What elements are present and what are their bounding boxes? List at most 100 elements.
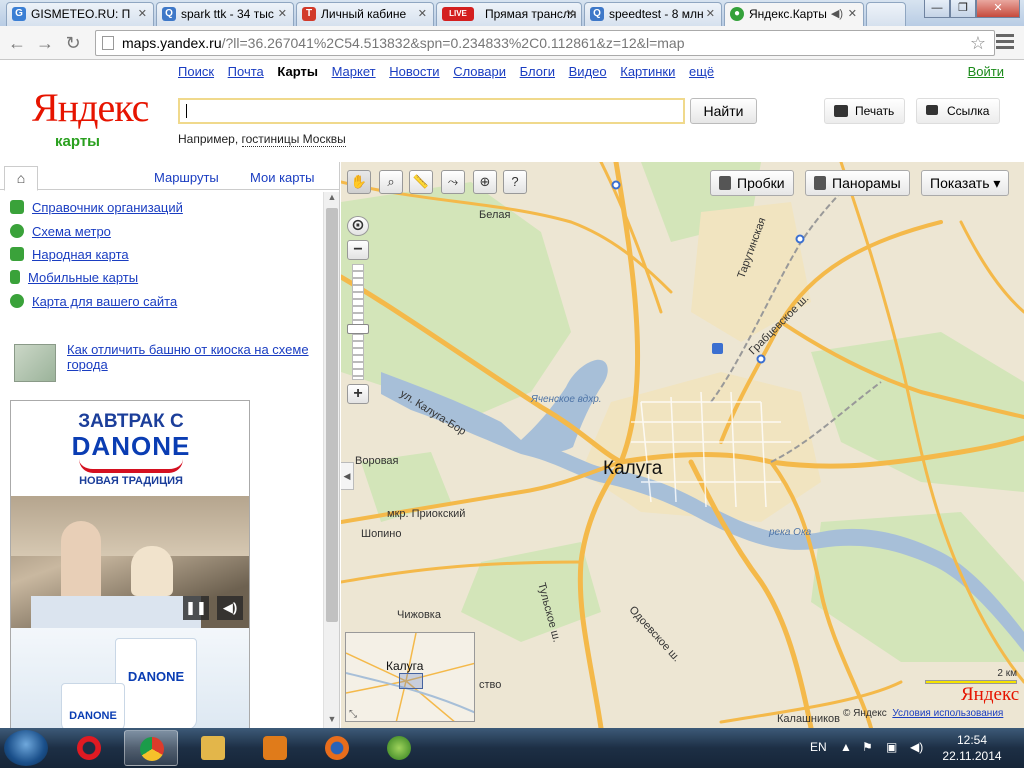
tab-title: Прямая трансля (485, 7, 577, 21)
network-icon[interactable]: ▣ (886, 740, 897, 754)
tray-arrow-icon[interactable]: ▲ (840, 740, 852, 754)
scroll-up-icon[interactable]: ▲ (324, 192, 340, 206)
ad-video[interactable]: ❚❚ ◀) (11, 496, 249, 628)
page-icon (102, 36, 114, 50)
url-bar[interactable]: maps.yandex.ru/?ll=36.267041%2C54.513832… (95, 30, 995, 56)
pause-icon[interactable]: ❚❚ (183, 596, 209, 620)
close-icon[interactable]: ✕ (138, 3, 147, 25)
print-button[interactable]: Печать (824, 98, 906, 124)
zoom-in-button[interactable]: + (347, 384, 369, 404)
reload-icon[interactable]: ↻ (62, 32, 84, 54)
sidebar-item-directory[interactable]: Справочник организаций (10, 200, 183, 215)
service-link[interactable]: Словари (453, 64, 506, 79)
browser-tab[interactable]: Q speedtest - 8 млн ✕ (584, 2, 722, 26)
volume-icon[interactable]: ◀) (217, 596, 243, 620)
sidebar-scrollbar[interactable]: ▲ ▼ (323, 192, 339, 728)
forward-arrow-icon[interactable]: → (34, 32, 56, 54)
browser-menu-icon[interactable] (994, 31, 1016, 53)
minimap-resize-icon[interactable]: ⤡ (349, 709, 357, 720)
chrome-taskbar-button[interactable] (124, 730, 178, 766)
example-link[interactable]: гостиницы Москвы (241, 132, 346, 147)
close-window-button[interactable]: ✕ (976, 0, 1020, 18)
traffic-button[interactable]: Пробки (710, 170, 794, 196)
what-here-tool-icon[interactable]: ? (503, 170, 527, 194)
browser-tab[interactable]: Q spark ttk - 34 тыс ✕ (156, 2, 294, 26)
volume-tray-icon[interactable]: ◀) (910, 740, 923, 754)
scroll-down-icon[interactable]: ▼ (324, 714, 340, 728)
find-button[interactable]: Найти (690, 98, 757, 124)
clock[interactable]: 12:54 22.11.2014 (932, 732, 1012, 764)
downloader-taskbar-button[interactable] (372, 730, 426, 766)
service-link[interactable]: Блоги (520, 64, 555, 79)
close-icon[interactable]: ✕ (566, 3, 575, 25)
bookmark-star-icon[interactable]: ☆ (970, 31, 986, 55)
browser-tab-strip: G GISMETEO.RU: П ✕ Q spark ttk - 34 тыс … (0, 0, 1024, 27)
home-tab-icon[interactable]: ⌂ (4, 166, 38, 191)
ruler-tool-icon[interactable]: 📏 (409, 170, 433, 194)
service-link[interactable]: Маркет (332, 64, 376, 79)
advertisement-banner[interactable]: ЗАВТРАК С DANONE НОВАЯ ТРАДИЦИЯ ❚❚ ◀) DA… (10, 400, 250, 730)
firefox-taskbar-button[interactable] (310, 730, 364, 766)
sidebar-item-metro[interactable]: Схема метро (10, 224, 111, 239)
zoom-out-button[interactable]: − (347, 240, 369, 260)
sidebar-item-mobile[interactable]: Мобильные карты (10, 270, 138, 285)
close-icon[interactable]: ✕ (706, 3, 715, 25)
sidebar-link[interactable]: Народная карта (32, 247, 129, 262)
tab-my-maps[interactable]: Мои карты (250, 170, 315, 185)
back-arrow-icon[interactable]: ← (6, 32, 28, 54)
service-link[interactable]: Почта (228, 64, 264, 79)
link-button[interactable]: Ссылка (916, 98, 1001, 124)
sidebar-link[interactable]: Справочник организаций (32, 200, 183, 215)
minimap-viewport[interactable] (399, 673, 423, 689)
service-link-more[interactable]: ещё (689, 64, 714, 79)
compass-icon[interactable]: ⊙ (347, 216, 369, 236)
opera-taskbar-button[interactable] (62, 730, 116, 766)
browser-tab[interactable]: T Личный кабине ✕ (296, 2, 434, 26)
panoramas-button[interactable]: Панорамы (805, 170, 910, 196)
scroll-thumb[interactable] (326, 208, 338, 622)
overview-minimap[interactable]: Калуга ство ⤡ (345, 632, 475, 722)
tab-routes[interactable]: Маршруты (154, 170, 219, 185)
service-link[interactable]: Картинки (620, 64, 675, 79)
start-button[interactable] (4, 730, 48, 766)
logo-subtitle[interactable]: карты (55, 133, 100, 150)
sidebar-item-site-map[interactable]: Карта для вашего сайта (10, 294, 177, 309)
sidebar-link[interactable]: Схема метро (32, 224, 111, 239)
browser-tab[interactable]: LIVE Прямая трансля ✕ (436, 2, 582, 26)
media-taskbar-button[interactable] (248, 730, 302, 766)
minimize-button[interactable]: — (924, 0, 950, 18)
magnifier-tool-icon[interactable]: ⌕ (379, 170, 403, 194)
route-tool-icon[interactable]: ⤳ (441, 170, 465, 194)
maximize-button[interactable]: ❐ (950, 0, 976, 18)
explorer-taskbar-button[interactable] (186, 730, 240, 766)
new-tab-button[interactable] (866, 2, 906, 26)
show-dropdown[interactable]: Показать ▾ (921, 170, 1010, 196)
hand-tool-icon[interactable]: ✋ (347, 170, 371, 194)
flag-icon[interactable]: ⚑ (862, 740, 873, 754)
sidebar-link[interactable]: Карта для вашего сайта (32, 294, 177, 309)
add-object-tool-icon[interactable]: ⊕ (473, 170, 497, 194)
sidebar-item-people-map[interactable]: Народная карта (10, 247, 129, 262)
tip-link[interactable]: Как отличить башню от киоска на схеме го… (67, 342, 317, 372)
yandex-logo[interactable]: Яндекс (32, 84, 149, 131)
browser-tab-active[interactable]: ● Яндекс.Карты ◀) ✕ (724, 2, 864, 27)
service-link[interactable]: Видео (569, 64, 607, 79)
service-link[interactable]: Новости (389, 64, 439, 79)
video-table (31, 596, 201, 628)
collapse-sidebar-icon[interactable]: ◀ (341, 462, 354, 490)
map-view[interactable]: Белая Воровая мкр. Приокский Шопино Чижо… (341, 162, 1024, 728)
map-label-city[interactable]: Калуга (603, 458, 662, 480)
language-indicator[interactable]: EN (810, 740, 827, 754)
close-icon[interactable]: ✕ (418, 3, 427, 25)
close-icon[interactable]: ✕ (848, 3, 857, 25)
zoom-slider[interactable] (352, 264, 364, 380)
map-label-shopino: Шопино (361, 528, 402, 540)
service-link[interactable]: Поиск (178, 64, 214, 79)
zoom-knob[interactable] (347, 324, 369, 334)
search-input[interactable] (178, 98, 685, 124)
close-icon[interactable]: ✕ (278, 3, 287, 25)
sidebar-link[interactable]: Мобильные карты (28, 270, 138, 285)
login-link[interactable]: Войти (968, 64, 1004, 79)
terms-link[interactable]: Условия использования (892, 708, 1003, 719)
browser-tab[interactable]: G GISMETEO.RU: П ✕ (6, 2, 154, 26)
